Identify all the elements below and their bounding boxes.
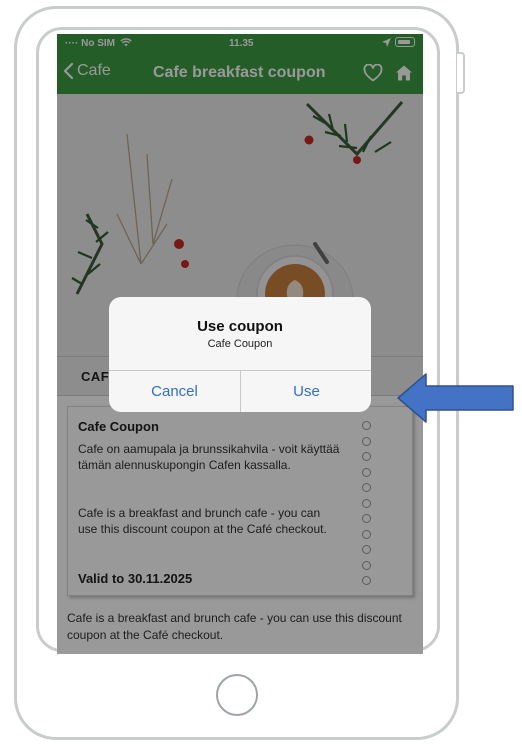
dialog-title: Use coupon (197, 318, 283, 335)
phone-home-button[interactable] (216, 674, 258, 716)
arrow-left-icon (397, 373, 514, 423)
use-button[interactable]: Use (241, 371, 371, 412)
phone-side-button (457, 52, 465, 94)
app-screen: ···· No SIM 11.35 Cafe Cafe breakfast co… (57, 34, 423, 654)
dialog-message: Cafe Coupon (207, 338, 273, 350)
use-coupon-dialog: Use coupon Cafe Coupon Cancel Use (109, 297, 371, 412)
cancel-button[interactable]: Cancel (109, 371, 240, 412)
